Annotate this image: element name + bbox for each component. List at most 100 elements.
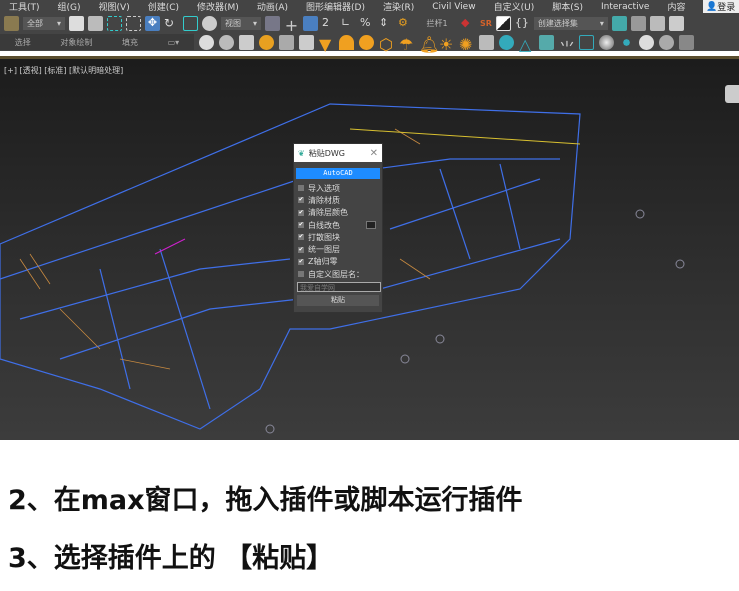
- figure-icon[interactable]: △: [519, 35, 534, 54]
- scene-icon[interactable]: [679, 34, 694, 50]
- option-label: 统一图层: [308, 245, 340, 255]
- keyboard-shortcut-icon[interactable]: [303, 15, 318, 31]
- fire-icon[interactable]: [579, 34, 594, 50]
- menu-item[interactable]: 工具(T): [0, 0, 49, 13]
- sphere-light-icon[interactable]: [359, 34, 374, 50]
- move-icon[interactable]: ✥: [145, 15, 160, 31]
- layer-explorer-icon[interactable]: [649, 15, 665, 31]
- option-checkbox[interactable]: ✔ 清除材质: [294, 194, 382, 206]
- sky-icon[interactable]: ✺: [459, 35, 474, 54]
- placement-icon[interactable]: [202, 15, 217, 31]
- percent-snap-icon[interactable]: %: [360, 16, 375, 31]
- bell-light-icon[interactable]: 🔔︎: [419, 35, 439, 54]
- menu-item[interactable]: 动画(A): [248, 0, 297, 13]
- checkbox[interactable]: ✔: [298, 222, 304, 229]
- option-checkbox[interactable]: ✔ 打散图块: [294, 231, 382, 243]
- menu-item[interactable]: 修改器(M): [188, 0, 248, 13]
- box-icon[interactable]: [239, 34, 254, 50]
- autocad-button[interactable]: AutoCAD: [296, 168, 380, 179]
- menu-item[interactable]: Interactive: [592, 2, 658, 12]
- checkbox[interactable]: ✔: [298, 234, 304, 241]
- window-crossing-icon[interactable]: [126, 15, 141, 31]
- curly-brace-icon[interactable]: {}: [515, 16, 530, 31]
- geosphere-light-icon[interactable]: ⬡: [379, 35, 394, 54]
- option-checkbox[interactable]: 导入选项: [294, 182, 382, 194]
- checkbox[interactable]: ✔: [298, 197, 304, 204]
- option-checkbox[interactable]: ✔ 统一图层: [294, 243, 382, 255]
- option-checkbox[interactable]: ✔ Z轴归零: [294, 256, 382, 268]
- menu-item[interactable]: 组(G): [49, 0, 90, 13]
- rotate-icon[interactable]: ↻: [164, 16, 179, 31]
- sun-icon[interactable]: ☀: [439, 35, 454, 54]
- select-manipulate-icon[interactable]: +: [284, 16, 299, 35]
- checkbox[interactable]: ✔: [298, 258, 304, 265]
- pivot-icon[interactable]: [265, 15, 280, 31]
- option-checkbox[interactable]: ✔ 清除层颜色: [294, 207, 382, 219]
- paste-button[interactable]: 粘贴: [297, 295, 379, 307]
- menu-item[interactable]: 自定义(U): [485, 0, 544, 13]
- option-label: Z轴归零: [308, 257, 338, 267]
- spotlight-icon[interactable]: ▼: [319, 35, 334, 54]
- gear-icon[interactable]: ⚙: [398, 16, 413, 31]
- list-icon[interactable]: [668, 15, 684, 31]
- menu-item[interactable]: 图形编辑器(D): [297, 0, 374, 13]
- render-frame-icon[interactable]: [495, 15, 511, 31]
- menu-item[interactable]: Civil View: [423, 2, 484, 12]
- dome-light-icon[interactable]: [339, 34, 354, 50]
- selection-filter-dropdown[interactable]: 全部 ▾: [23, 16, 65, 30]
- viewcube[interactable]: [725, 85, 739, 103]
- menu-item[interactable]: 脚本(S): [543, 0, 592, 13]
- ribbon-toggle-icon[interactable]: ▭▾: [168, 38, 180, 47]
- sr-icon[interactable]: SR: [480, 19, 492, 28]
- cube-icon[interactable]: [479, 34, 494, 50]
- reference-coord-dropdown[interactable]: 视图 ▾: [221, 16, 261, 30]
- region-select-icon[interactable]: [107, 15, 122, 31]
- menu-item[interactable]: 内容: [658, 0, 694, 13]
- dialog-titlebar[interactable]: ❦ 粘贴DWG ✕: [294, 144, 382, 162]
- ribbon-tab-select[interactable]: 选择: [15, 37, 31, 48]
- sphere-arc-icon[interactable]: [219, 34, 234, 50]
- ribbon-tab-object-paint[interactable]: 对象绘制: [60, 37, 92, 48]
- pattern-icon[interactable]: [539, 34, 554, 50]
- close-icon[interactable]: ✕: [370, 148, 378, 159]
- camera-icon[interactable]: [299, 34, 314, 50]
- named-selection-label: 拦杆1: [426, 18, 448, 28]
- material-ball-icon[interactable]: [499, 34, 514, 50]
- ribbon-tab-populate[interactable]: 填充: [122, 37, 138, 48]
- color-swatch[interactable]: [366, 221, 376, 230]
- select-object-icon[interactable]: [69, 15, 84, 31]
- checkbox[interactable]: ✔: [298, 209, 304, 216]
- option-checkbox[interactable]: 自定义图层名：: [294, 268, 382, 280]
- select-by-name-icon[interactable]: [88, 15, 103, 31]
- light-note-icon[interactable]: [259, 34, 274, 50]
- snap-2d-icon[interactable]: 2: [322, 16, 337, 31]
- menu-item[interactable]: 视图(V): [90, 0, 139, 13]
- grass-icon[interactable]: ⺌: [559, 35, 575, 58]
- render-setup-icon[interactable]: [659, 34, 674, 50]
- menu-item[interactable]: 创建(C): [139, 0, 188, 13]
- checkbox[interactable]: [298, 271, 304, 278]
- gem-icon[interactable]: ◆: [461, 16, 476, 31]
- teapot-icon[interactable]: [199, 34, 214, 50]
- checkbox[interactable]: [298, 185, 304, 192]
- link-icon[interactable]: [4, 15, 19, 31]
- mirror-icon[interactable]: [611, 15, 627, 31]
- selection-set-dropdown[interactable]: 创建选择集 ▾: [533, 16, 608, 30]
- sphere-icon[interactable]: [599, 34, 614, 50]
- spinner-snap-icon[interactable]: ⇕: [379, 16, 394, 31]
- custom-layer-name-input[interactable]: 我爱自学网: [297, 282, 381, 293]
- login-button[interactable]: 👤 登录: [703, 0, 739, 13]
- caption-step-2: 2、在max窗口，拖入插件或脚本运行插件: [8, 485, 523, 516]
- option-checkbox[interactable]: ✔ 白线改色: [294, 219, 382, 231]
- menu-item[interactable]: 渲染(R): [374, 0, 423, 13]
- palette-icon[interactable]: [639, 34, 654, 50]
- align-icon[interactable]: [630, 15, 646, 31]
- camera-light-icon[interactable]: [279, 34, 294, 50]
- option-label: 白线改色: [308, 220, 340, 230]
- menu-bar: 工具(T) 组(G) 视图(V) 创建(C) 修改器(M) 动画(A) 图形编辑器(D) 渲染…: [0, 0, 739, 13]
- dots-icon[interactable]: [619, 34, 634, 50]
- umbrella-light-icon[interactable]: ☂: [399, 35, 414, 54]
- angle-snap-icon[interactable]: ∟: [341, 16, 356, 31]
- checkbox[interactable]: ✔: [298, 246, 304, 253]
- scale-icon[interactable]: [183, 15, 198, 31]
